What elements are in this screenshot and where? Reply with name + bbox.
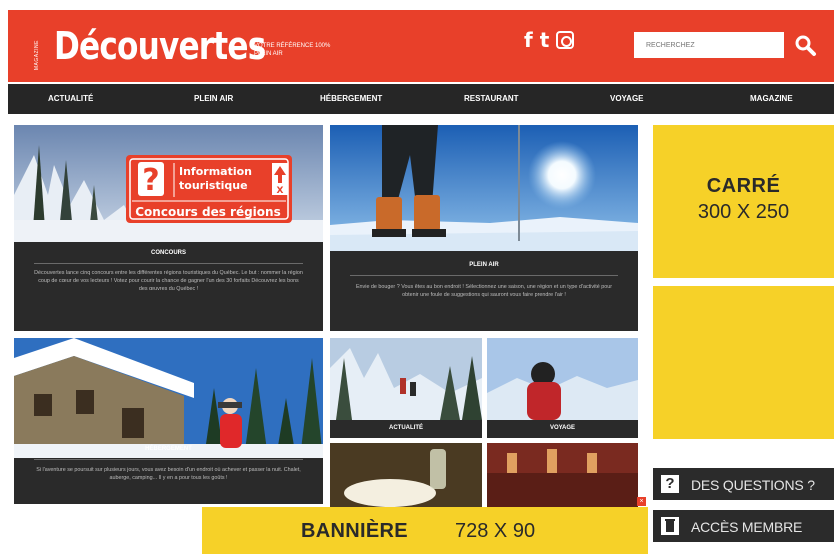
card-actualite[interactable]: ACTUALITÉ: [330, 338, 482, 438]
svg-text:?: ?: [142, 163, 159, 198]
nav-item-hebergement[interactable]: HÉBERGEMENT: [320, 94, 382, 103]
card-title: HÉBERGEMENT: [145, 446, 192, 452]
logo-small-text: MAGAZINE: [34, 40, 40, 71]
nav-item-plein-air[interactable]: PLEIN AIR: [194, 94, 233, 103]
card-title: VOYAGE: [549, 425, 576, 431]
card-text: Envie de bouger ? Vous êtes au bon endro…: [355, 284, 613, 298]
facebook-icon[interactable]: f: [524, 30, 533, 50]
nav-item-magazine[interactable]: MAGAZINE: [750, 94, 793, 103]
hebergement-image: [14, 338, 323, 458]
twitter-icon[interactable]: t: [540, 30, 550, 50]
ad-square-title: CARRÉ: [706, 175, 781, 197]
questions-label: DES QUESTIONS ?: [691, 477, 815, 493]
card-title: CONCOURS: [150, 250, 186, 256]
actualite-image: [330, 338, 482, 420]
restaurant-image-1[interactable]: [330, 443, 482, 507]
search-icon: [795, 35, 816, 56]
ad-square-secondary[interactable]: [653, 286, 834, 439]
nav-item-actualite[interactable]: ACTUALITÉ: [48, 94, 93, 103]
divider: [34, 459, 303, 460]
ad-banner-title: BANNIÈRE: [301, 520, 408, 542]
svg-text:X: X: [277, 186, 284, 196]
member-label: ACCÈS MEMBRE: [691, 519, 803, 535]
card-hebergement[interactable]: HÉBERGEMENT Si l'aventure se poursuit su…: [14, 338, 323, 504]
ad-square[interactable]: CARRÉ 300 X 250: [653, 125, 834, 278]
ad-square-size: 300 X 250: [697, 201, 790, 223]
search-button[interactable]: [790, 30, 820, 60]
main-nav: ACTUALITÉ PLEIN AIR HÉBERGEMENT RESTAURA…: [8, 84, 834, 114]
nav-item-restaurant[interactable]: RESTAURANT: [464, 94, 519, 103]
instagram-icon[interactable]: [556, 31, 575, 49]
tagline: VOTRE RÉFÉRENCE 100% PLEIN AIR: [254, 43, 331, 57]
plein-air-image: [330, 125, 638, 251]
divider: [34, 263, 303, 264]
banner-close-button[interactable]: ×: [637, 497, 646, 506]
card-plein-air[interactable]: PLEIN AIR Envie de bouger ? Vous êtes au…: [330, 125, 638, 331]
sign-banner: Concours des régions: [135, 205, 280, 219]
voyage-image: [487, 338, 638, 420]
ad-banner[interactable]: BANNIÈRE 728 X 90: [202, 507, 648, 554]
card-title: ACTUALITÉ: [389, 425, 423, 431]
card-title: PLEIN AIR: [469, 262, 499, 268]
social-links: f t: [524, 30, 575, 50]
member-access-button[interactable]: ACCÈS MEMBRE: [653, 510, 834, 542]
building-icon: [661, 517, 679, 535]
ad-banner-size: 728 X 90: [455, 520, 536, 542]
sign-line-1: Information: [179, 165, 252, 178]
card-voyage[interactable]: VOYAGE: [487, 338, 638, 438]
card-concours[interactable]: ? Information touristique X Concours des…: [14, 125, 323, 331]
restaurant-image-2[interactable]: [487, 443, 638, 507]
questions-button[interactable]: ? DES QUESTIONS ?: [653, 468, 834, 500]
nav-item-voyage[interactable]: VOYAGE: [610, 94, 644, 103]
search-input[interactable]: [634, 32, 784, 58]
card-text: Si l'aventure se poursuit sur plusieurs …: [36, 467, 301, 481]
divider: [350, 275, 618, 276]
question-icon: ?: [661, 475, 679, 493]
sign-line-2: touristique: [179, 179, 248, 192]
card-text: Découvertes lance cinq concours entre le…: [34, 270, 303, 292]
site-logo[interactable]: Découvertes: [54, 26, 266, 66]
concours-image: ? Information touristique X Concours des…: [14, 125, 323, 242]
